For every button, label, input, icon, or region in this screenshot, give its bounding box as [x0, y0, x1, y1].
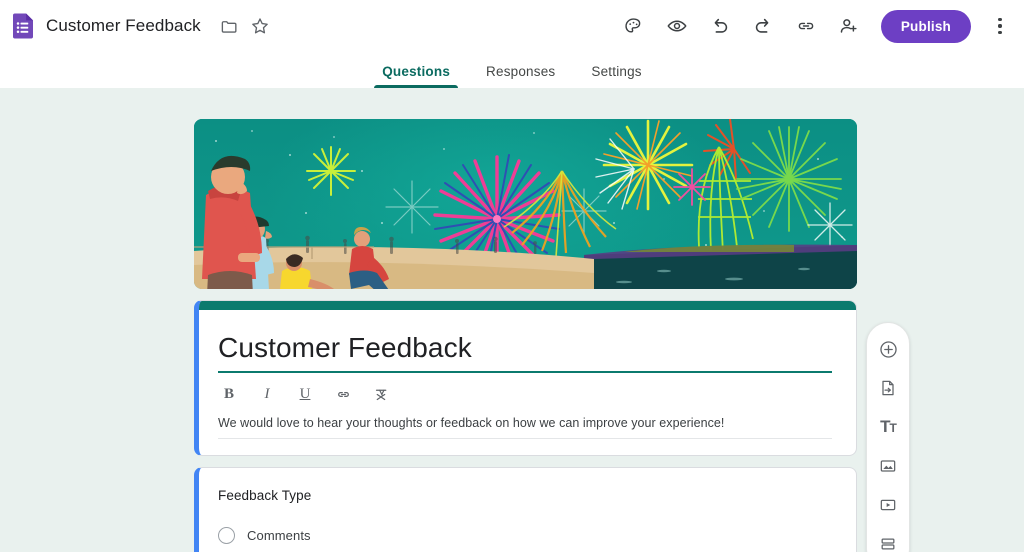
title-text-glyph: TT: [880, 417, 897, 436]
plus-circle-icon[interactable]: [871, 332, 905, 366]
clear-formatting-button[interactable]: [366, 380, 396, 408]
header-tools: Publish: [619, 9, 1014, 43]
form-tabs: Questions Responses Settings: [0, 52, 1024, 88]
bold-button[interactable]: B: [214, 380, 244, 408]
import-file-icon[interactable]: [871, 371, 905, 405]
person-add-icon[interactable]: [834, 11, 864, 41]
title-text-icon[interactable]: TT: [871, 410, 905, 444]
option-label-comments: Comments: [247, 527, 311, 543]
section-icon[interactable]: [871, 527, 905, 552]
add-item-toolbar: TT: [866, 322, 910, 552]
tab-questions[interactable]: Questions: [372, 64, 460, 88]
kebab-menu-icon[interactable]: [986, 11, 1014, 41]
redo-icon[interactable]: [748, 11, 778, 41]
form-header-image[interactable]: [194, 119, 857, 289]
folder-icon[interactable]: [215, 11, 245, 41]
image-icon[interactable]: [871, 449, 905, 483]
app-header: Customer Feedback Publish: [0, 0, 1024, 52]
question-title[interactable]: Feedback Type: [218, 488, 832, 503]
text-format-toolbar: B I U: [214, 380, 832, 408]
video-icon[interactable]: [871, 488, 905, 522]
palette-icon[interactable]: [619, 11, 649, 41]
eye-icon[interactable]: [662, 11, 692, 41]
undo-icon[interactable]: [705, 11, 735, 41]
form-title-card[interactable]: Customer Feedback B I U We would love to…: [194, 300, 857, 456]
document-title[interactable]: Customer Feedback: [46, 16, 201, 36]
tab-responses[interactable]: Responses: [476, 64, 565, 88]
form-canvas: Customer Feedback B I U We would love to…: [0, 88, 1024, 552]
question-card-body: Feedback Type Comments Questions: [199, 468, 856, 552]
underline-button[interactable]: U: [290, 380, 320, 408]
star-icon[interactable]: [245, 11, 275, 41]
form-title-input[interactable]: Customer Feedback: [218, 332, 832, 373]
publish-button[interactable]: Publish: [880, 9, 971, 43]
form-theme-accent-bar: [199, 301, 856, 310]
tab-settings[interactable]: Settings: [581, 64, 651, 88]
italic-button[interactable]: I: [252, 380, 282, 408]
radio-button-comments[interactable]: [218, 526, 235, 544]
insert-link-button[interactable]: [328, 380, 358, 408]
google-forms-logo[interactable]: [8, 11, 38, 41]
form-title-card-body: Customer Feedback B I U We would love to…: [199, 310, 856, 455]
link-icon[interactable]: [791, 11, 821, 41]
option-row-comments[interactable]: Comments: [218, 523, 832, 547]
question-card[interactable]: Feedback Type Comments Questions: [194, 467, 857, 552]
form-description-input[interactable]: We would love to hear your thoughts or f…: [218, 416, 832, 439]
form-column: Customer Feedback B I U We would love to…: [194, 119, 857, 552]
